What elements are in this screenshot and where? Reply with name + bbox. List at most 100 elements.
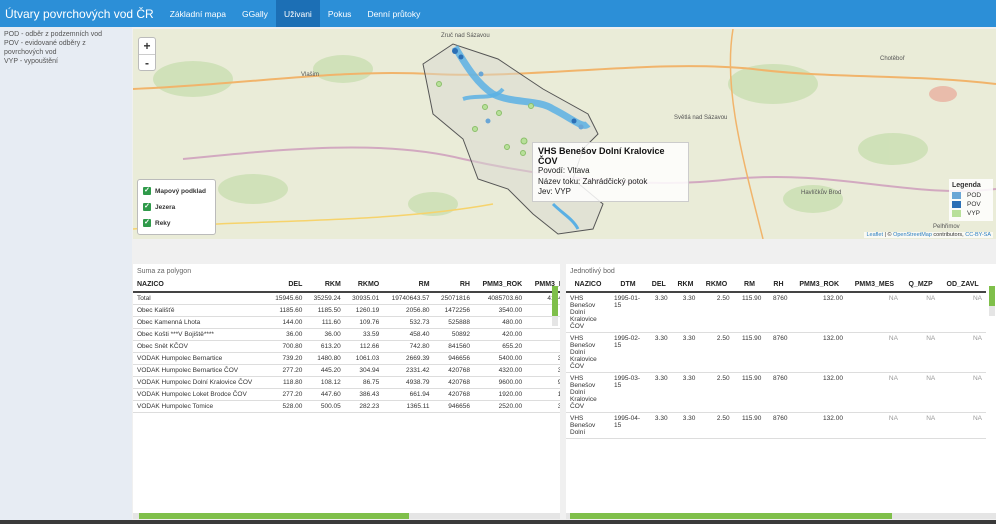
table-cell: NA [939, 412, 986, 439]
leaflet-map[interactable]: Zruč nad Sázavou Vlašim Světlá nad Sázav… [133, 29, 996, 239]
layer-basemap[interactable]: ✓ Mapový podklad [143, 183, 210, 199]
horizontal-scrollbar[interactable] [566, 513, 996, 519]
zoom-out-button[interactable]: - [139, 54, 155, 70]
column-header-rkmo[interactable]: RKMO [699, 277, 734, 293]
layer-rivers[interactable]: ✓ Reky [143, 215, 210, 231]
column-header-rkmo[interactable]: RKMO [344, 277, 384, 293]
table-cell: 304.94 [344, 364, 384, 377]
layer-label: Jezera [155, 203, 176, 211]
table-cell: 1920.00 [473, 388, 527, 401]
panel-title: Jednotlivý bod [570, 268, 615, 275]
column-header-rkm[interactable]: RKM [306, 277, 345, 293]
map-place-label: Pelhřimov [933, 224, 960, 230]
tab-ggally[interactable]: GGally [234, 0, 276, 27]
column-header-del[interactable]: DEL [646, 277, 672, 293]
table-row[interactable]: Obec Kamenná Lhota 144.00 111.60 109.76 532.… [133, 316, 560, 329]
checkbox-checked-icon[interactable]: ✓ [143, 187, 151, 195]
column-header-pmm3_rok[interactable]: PMM3_ROK [473, 277, 527, 293]
column-header-del[interactable]: DEL [267, 277, 307, 293]
tooltip-line: Povodí: Vltava [538, 166, 590, 175]
table-cell: 112.66 [344, 340, 384, 353]
zoom-in-button[interactable]: + [139, 38, 155, 54]
table-row[interactable]: VODAK Humpolec Bernartice ČOV 277.20 445.2… [133, 364, 560, 377]
table-row[interactable]: Obec Košti ***V Bojiště**** 36.00 36.00 33.… [133, 328, 560, 341]
table-row[interactable]: VODAK Humpolec Tomice 528.00 500.05 282.23 1… [133, 400, 560, 413]
table-row[interactable]: VODAK Humpolec Bernartice 739.20 1480.80 10… [133, 352, 560, 365]
zoom-control: + - [138, 37, 156, 71]
table-row[interactable]: VODAK Humpolec Dolní Kralovice ČOV 118.80… [133, 376, 560, 389]
tooltip-line: Jev: VYP [538, 187, 571, 196]
column-header-nazico[interactable]: NAZICO [566, 277, 610, 293]
table-cell: VHS Benešov Dolní Kralovice ČOV [566, 332, 610, 373]
tab-pokus[interactable]: Pokus [320, 0, 360, 27]
column-header-nazico[interactable]: NAZICO [133, 277, 268, 293]
table-cell: 8760 [765, 292, 792, 333]
table-cell: 307.4 [526, 400, 560, 413]
table-row[interactable]: VODAK Humpolec Loket Brodce ČOV 277.20 447… [133, 388, 560, 401]
table-row[interactable]: VHS Benešov Dolní Kralovice ČOV 1995-02-1… [566, 332, 986, 373]
horizontal-scrollbar[interactable] [133, 513, 560, 519]
column-header-od_zavl[interactable]: OD_ZAVL [939, 277, 986, 293]
column-header-rh[interactable]: RH [765, 277, 792, 293]
table-cell: 115.90 [733, 332, 766, 373]
layer-lakes[interactable]: ✓ Jezera [143, 199, 210, 215]
table-cell: 396.0 [526, 352, 560, 365]
table-cell: 384.0 [526, 364, 560, 377]
table-cell: 115.90 [733, 292, 766, 333]
table-row[interactable]: Total 15945.60 35259.24 30935.01 19740643.57… [133, 292, 560, 305]
app-title[interactable]: Útvary povrchových vod ČR [0, 7, 162, 21]
nav-tabs: Základní mapa GGally Uživani Pokus Denní… [162, 0, 429, 27]
table-cell: 5400.00 [473, 352, 527, 365]
column-header-rh[interactable]: RH [433, 277, 474, 293]
tab-zakladni-mapa[interactable]: Základní mapa [162, 0, 234, 27]
table-cell: Obec Kamenná Lhota [133, 316, 268, 329]
checkbox-checked-icon[interactable]: ✓ [143, 219, 151, 227]
map-place-label: Havlíčkův Brod [801, 190, 842, 196]
table-cell: 108.12 [306, 376, 345, 389]
tooltip-line: Název toku: Zahrádčický potok [538, 176, 648, 186]
column-header-pmm3_mes[interactable]: PMM3_MES [846, 277, 902, 293]
table-row[interactable]: VHS Benešov Dolní Kralovice ČOV 1995-03-1… [566, 372, 986, 413]
leaflet-link[interactable]: Leaflet [866, 232, 883, 238]
tab-denni-prutoky[interactable]: Denní průtoky [359, 0, 428, 27]
table-cell: 1480.80 [306, 352, 345, 365]
table-cell: 613.20 [306, 340, 345, 353]
table-cell: 946656 [433, 352, 474, 365]
table-cell: 3540.00 [473, 304, 527, 317]
table-row[interactable]: VHS Benešov Dolní Kralovice ČOV 1995-01-1… [566, 292, 986, 333]
column-header-rkm[interactable]: RKM [671, 277, 700, 293]
table-row[interactable]: Obec Kališťě 1185.60 1185.50 1260.19 2056.80… [133, 304, 560, 317]
table-cell: 700.80 [267, 340, 307, 353]
table-row[interactable]: Obec Snět KČOV 700.80 613.20 112.66 742.80 84… [133, 340, 560, 353]
vertical-scrollbar[interactable] [552, 286, 558, 326]
column-header-q_mzp[interactable]: Q_MZP [901, 277, 940, 293]
osm-link[interactable]: OpenStreetMap [893, 232, 932, 238]
table-row[interactable]: VHS Benešov Dolní 1995-04-15 3.30 3.30 2.50 1… [566, 412, 986, 439]
layer-control: ✓ Mapový podklad ✓ Jezera ✓ Reky [137, 179, 216, 235]
column-header-rm[interactable]: RM [733, 277, 766, 293]
table-cell: 3.30 [646, 332, 672, 373]
table-cell: 420.00 [473, 328, 527, 341]
table-cell: 1995-03-15 [610, 372, 646, 413]
column-header-pmm3_rok[interactable]: PMM3_ROK [791, 277, 847, 293]
table-cell: 458.40 [383, 328, 434, 341]
table-cell: Obec Kališťě [133, 304, 268, 317]
checkbox-checked-icon[interactable]: ✓ [143, 203, 151, 211]
table-cell: 30935.01 [344, 292, 384, 305]
map-place-label: Chotěboř [880, 56, 905, 62]
map-tooltip: VHS Benešov Dolní Kralovice ČOV Povodí: … [532, 142, 689, 202]
table-cell: 532.73 [383, 316, 434, 329]
table-cell: 35259.24 [306, 292, 345, 305]
column-header-dtm[interactable]: DTM [610, 277, 646, 293]
table-cell: NA [939, 372, 986, 413]
tab-uzivani[interactable]: Uživani [275, 0, 320, 27]
table-cell: 277.20 [267, 388, 307, 401]
cc-link[interactable]: CC-BY-SA [965, 232, 991, 238]
table-cell: 1472256 [433, 304, 474, 317]
table-cell: 445.20 [306, 364, 345, 377]
vertical-scrollbar[interactable] [989, 286, 995, 316]
table-cell: 2.50 [699, 332, 734, 373]
table-cell: 15945.60 [267, 292, 307, 305]
column-header-rm[interactable]: RM [383, 277, 434, 293]
table-cell: 9600.00 [473, 376, 527, 389]
